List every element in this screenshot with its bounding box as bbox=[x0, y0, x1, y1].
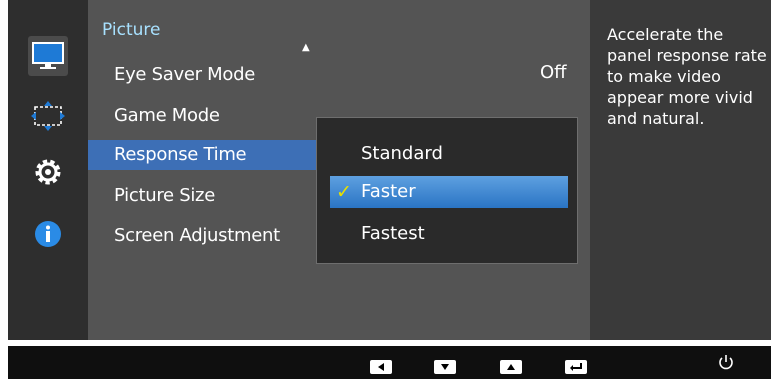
info-icon[interactable] bbox=[28, 214, 68, 254]
left-arrow-icon[interactable] bbox=[370, 360, 392, 374]
menu-item-label: Response Time bbox=[114, 144, 247, 165]
menu-item-label: Game Mode bbox=[114, 105, 220, 126]
scroll-up-arrow-icon: ▲ bbox=[302, 42, 310, 53]
menu-item-label: Eye Saver Mode bbox=[114, 64, 255, 85]
option-standard[interactable]: Standard bbox=[330, 138, 568, 170]
menu-item-label: Screen Adjustment bbox=[114, 225, 280, 246]
down-arrow-icon[interactable] bbox=[434, 360, 456, 374]
help-panel: Accelerate the panel response rate to ma… bbox=[590, 0, 771, 340]
menu-item-label: Picture Size bbox=[114, 185, 215, 206]
eye-saver-mode-value: Off bbox=[540, 62, 567, 83]
gear-icon[interactable] bbox=[28, 152, 68, 192]
menu-item-picture-size[interactable]: Picture Size bbox=[88, 181, 318, 211]
option-label: Standard bbox=[361, 143, 443, 164]
menu-item-screen-adjustment[interactable]: Screen Adjustment bbox=[88, 221, 318, 251]
panel-title: Picture bbox=[102, 20, 161, 40]
monitor-icon[interactable] bbox=[28, 36, 68, 76]
option-label: Faster bbox=[361, 181, 416, 202]
help-text: Accelerate the panel response rate to ma… bbox=[607, 25, 767, 128]
menu-item-eye-saver-mode[interactable]: Eye Saver Mode bbox=[88, 60, 318, 90]
icon-sidebar bbox=[8, 0, 88, 340]
menu-item-response-time[interactable]: Response Time bbox=[88, 140, 318, 170]
option-fastest[interactable]: Fastest bbox=[330, 218, 568, 250]
menu-item-game-mode[interactable]: Game Mode bbox=[88, 101, 318, 131]
enter-icon[interactable] bbox=[565, 360, 587, 374]
up-arrow-icon[interactable] bbox=[500, 360, 522, 374]
option-label: Fastest bbox=[361, 223, 425, 244]
screen-size-icon[interactable] bbox=[28, 96, 68, 136]
bottom-control-bar bbox=[8, 346, 771, 379]
option-faster[interactable]: ✓ Faster bbox=[330, 176, 568, 208]
power-icon[interactable] bbox=[716, 353, 736, 373]
checkmark-icon: ✓ bbox=[336, 181, 352, 203]
response-time-dropdown: Standard ✓ Faster Fastest bbox=[316, 117, 578, 264]
